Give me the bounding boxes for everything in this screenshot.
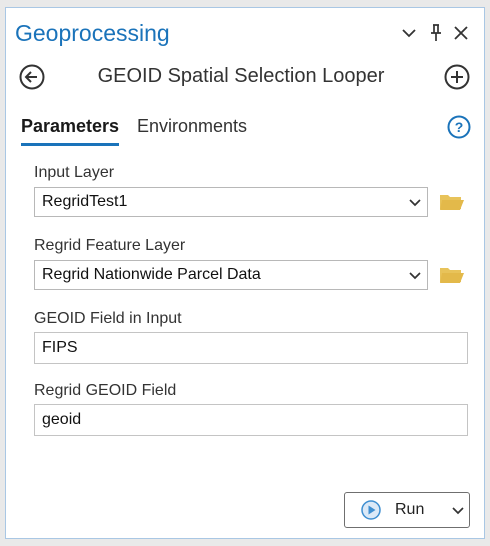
regrid-feature-layer-value: Regrid Nationwide Parcel Data — [42, 266, 261, 283]
chevron-down-icon — [407, 195, 423, 211]
run-button[interactable]: Run — [344, 492, 470, 528]
svg-text:?: ? — [455, 119, 464, 135]
regrid-geoid-field-label: Regrid GEOID Field — [34, 382, 177, 399]
tool-header: GEOID Spatial Selection Looper — [6, 60, 484, 100]
run-label: Run — [395, 501, 425, 518]
close-icon[interactable] — [450, 22, 472, 44]
geoid-field-input-label: GEOID Field in Input — [34, 310, 182, 327]
folder-icon[interactable] — [439, 192, 465, 214]
help-icon[interactable]: ? — [447, 115, 471, 139]
back-arrow-icon[interactable] — [18, 63, 46, 91]
chevron-down-icon — [407, 268, 423, 284]
tab-strip: Parameters Environments — [6, 116, 484, 152]
chevron-down-icon[interactable] — [398, 22, 420, 44]
chevron-down-icon[interactable] — [451, 504, 465, 518]
folder-icon[interactable] — [439, 265, 465, 287]
geoprocessing-pane: Geoprocessing GEOID Spatial Selection Lo… — [5, 7, 485, 539]
regrid-feature-layer-dropdown[interactable]: Regrid Nationwide Parcel Data — [34, 260, 428, 290]
geoid-field-input-field[interactable] — [34, 332, 468, 364]
input-layer-label: Input Layer — [34, 164, 115, 181]
regrid-feature-layer-label: Regrid Feature Layer — [34, 237, 186, 254]
tab-parameters[interactable]: Parameters — [21, 116, 120, 146]
pin-icon[interactable] — [425, 22, 447, 44]
pane-titlebar: Geoprocessing — [6, 8, 484, 58]
pane-title: Geoprocessing — [15, 20, 170, 46]
regrid-geoid-field-input[interactable] — [34, 404, 468, 436]
run-play-icon — [361, 500, 381, 520]
tab-environments[interactable]: Environments — [137, 116, 247, 143]
add-circle-icon[interactable] — [443, 63, 471, 91]
input-layer-dropdown[interactable]: RegridTest1 — [34, 187, 428, 217]
input-layer-value: RegridTest1 — [42, 193, 128, 210]
tool-name: GEOID Spatial Selection Looper — [97, 65, 385, 87]
